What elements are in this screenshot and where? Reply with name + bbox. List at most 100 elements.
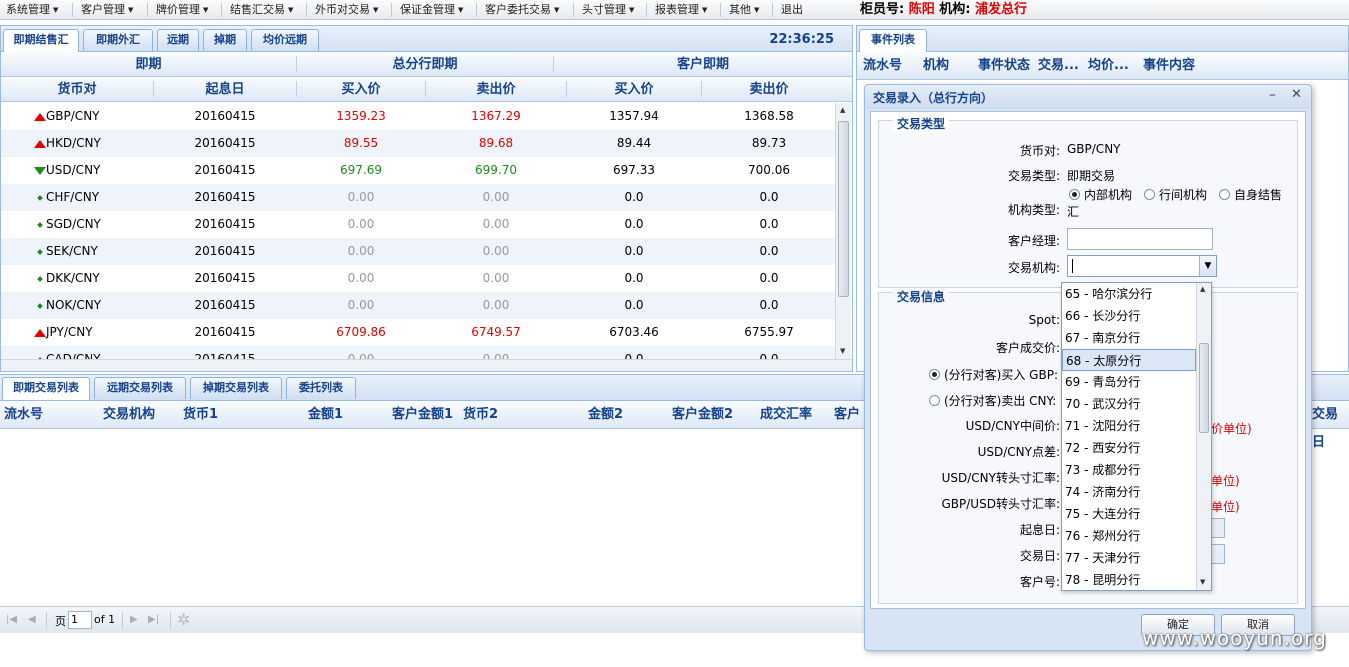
minimize-icon[interactable]: – bbox=[1269, 87, 1276, 103]
col-cust-amount2[interactable]: 客户金额2 bbox=[672, 401, 733, 428]
col-deal-rate[interactable]: 成交汇率 bbox=[760, 401, 812, 428]
page-input[interactable]: 1 bbox=[68, 611, 92, 629]
menu-rate[interactable]: 牌价管理 ▼ bbox=[156, 0, 208, 20]
dropdown-option[interactable]: 78 - 昆明分行 bbox=[1062, 569, 1196, 590]
org-type-internal[interactable]: 内部机构 bbox=[1069, 186, 1132, 203]
dropdown-option[interactable]: 77 - 天津分行 bbox=[1062, 547, 1196, 569]
menu-report[interactable]: 报表管理 ▼ bbox=[655, 0, 707, 20]
value-date-picker[interactable] bbox=[1211, 518, 1225, 538]
quote-row[interactable]: DKK/CNY 20160415 0.00 0.00 0.0 0.0 bbox=[1, 265, 836, 292]
quote-row[interactable]: JPY/CNY 20160415 6709.86 6749.57 6703.46 6755… bbox=[1, 319, 836, 346]
quote-scrollbar[interactable]: ▲ ▼ bbox=[835, 103, 851, 359]
quote-hscroll[interactable] bbox=[1, 359, 852, 371]
col-serial[interactable]: 流水号 bbox=[4, 401, 43, 428]
col-cust-amount1[interactable]: 客户金额1 bbox=[392, 401, 453, 428]
scroll-up-icon[interactable]: ▲ bbox=[1200, 285, 1205, 293]
quote-row[interactable]: CAD/CNY 20160415 0.00 0.00 0.0 0.0 bbox=[1, 346, 836, 359]
dropdown-option[interactable]: 69 - 青岛分行 bbox=[1062, 371, 1196, 393]
quote-row[interactable]: SGD/CNY 20160415 0.00 0.00 0.0 0.0 bbox=[1, 211, 836, 238]
col-event-avg[interactable]: 均价... bbox=[1088, 52, 1129, 79]
col-event-org[interactable]: 机构 bbox=[923, 52, 949, 79]
tab-entrust-list[interactable]: 委托列表 bbox=[286, 377, 356, 399]
tab-spot-trade-list[interactable]: 即期交易列表 bbox=[2, 377, 90, 400]
col-event-status[interactable]: 事件状态 bbox=[978, 52, 1030, 79]
date-cell: 20160415 bbox=[194, 136, 256, 150]
menu-customer[interactable]: 客户管理 ▼ bbox=[81, 0, 133, 20]
menu-ccy-pair[interactable]: 外币对交易 ▼ bbox=[315, 0, 378, 20]
tab-forward-trade-list[interactable]: 远期交易列表 bbox=[94, 377, 186, 399]
dropdown-option[interactable]: 72 - 西安分行 bbox=[1062, 437, 1196, 459]
col-customer[interactable]: 客户 bbox=[834, 401, 860, 428]
refresh-icon[interactable]: ✲ bbox=[177, 610, 190, 629]
scroll-down-icon[interactable]: ▼ bbox=[1200, 578, 1205, 586]
trade-type-label: 交易类型: bbox=[1007, 169, 1060, 183]
tab-spot-fx-settlement[interactable]: 即期结售汇 bbox=[3, 29, 79, 52]
dropdown-option[interactable]: 76 - 郑州分行 bbox=[1062, 525, 1196, 547]
col-amount2[interactable]: 金额2 bbox=[588, 401, 623, 428]
event-column-header: 流水号 机构 事件状态 交易... 均价... 事件内容 bbox=[857, 52, 1348, 80]
org-type-self[interactable]: 自身结售 bbox=[1219, 186, 1282, 203]
col-hq-buy[interactable]: 买入价 bbox=[297, 77, 425, 101]
dropdown-option[interactable]: 71 - 沈阳分行 bbox=[1062, 415, 1196, 437]
hq-buy-cell: 697.69 bbox=[340, 163, 382, 177]
hq-sell-cell: 699.70 bbox=[475, 163, 517, 177]
menu-position[interactable]: 头寸管理 ▼ bbox=[582, 0, 634, 20]
quote-row[interactable]: GBP/CNY 20160415 1359.23 1367.29 1357.94 1368… bbox=[1, 103, 836, 130]
menu-entrust[interactable]: 客户委托交易 ▼ bbox=[485, 0, 559, 20]
menu-exit[interactable]: 退出 bbox=[781, 0, 803, 20]
sell-option[interactable]: (分行对客)卖出 CNY: bbox=[929, 392, 1056, 409]
manager-input[interactable] bbox=[1067, 228, 1213, 250]
col-trade-org[interactable]: 交易机构 bbox=[103, 401, 155, 428]
quote-row[interactable]: USD/CNY 20160415 697.69 699.70 697.33 700.06 bbox=[1, 157, 836, 184]
org-type-interbank[interactable]: 行间机构 bbox=[1144, 186, 1207, 203]
col-trade-date[interactable]: 交易日 bbox=[1312, 401, 1349, 450]
dropdown-option[interactable]: 66 - 长沙分行 bbox=[1062, 305, 1196, 327]
tab-forward[interactable]: 远期 bbox=[157, 29, 199, 51]
cust-sell-cell: 0.0 bbox=[759, 298, 779, 312]
quote-row[interactable]: CHF/CNY 20160415 0.00 0.00 0.0 0.0 bbox=[1, 184, 836, 211]
dropdown-option[interactable]: 68 - 太原分行 bbox=[1062, 349, 1196, 371]
col-value-date[interactable]: 起息日 bbox=[154, 77, 296, 101]
next-page-icon[interactable]: ▶ bbox=[130, 614, 138, 625]
last-page-icon[interactable]: ▶| bbox=[148, 614, 159, 625]
quote-row[interactable]: HKD/CNY 20160415 89.55 89.68 89.44 89.73 bbox=[1, 130, 836, 157]
quote-row[interactable]: SEK/CNY 20160415 0.00 0.00 0.0 0.0 bbox=[1, 238, 836, 265]
buy-option[interactable]: (分行对客)买入 GBP: bbox=[929, 366, 1058, 383]
tab-avg-forward[interactable]: 均价远期 bbox=[251, 29, 319, 51]
dropdown-option[interactable]: 67 - 南京分行 bbox=[1062, 327, 1196, 349]
dropdown-option[interactable]: 73 - 成都分行 bbox=[1062, 459, 1196, 481]
menu-fx-trade[interactable]: 结售汇交易 ▼ bbox=[230, 0, 293, 20]
col-amount1[interactable]: 金额1 bbox=[308, 401, 343, 428]
trade-date-picker[interactable] bbox=[1211, 544, 1225, 564]
cust-buy-cell: 0.0 bbox=[624, 298, 644, 312]
menu-system[interactable]: 系统管理 ▼ bbox=[6, 0, 58, 20]
prev-page-icon[interactable]: ◀ bbox=[28, 614, 36, 625]
col-ccy2[interactable]: 货币2 bbox=[463, 401, 498, 428]
first-page-icon[interactable]: |◀ bbox=[6, 614, 17, 625]
tab-spot-forex[interactable]: 即期外汇 bbox=[83, 29, 153, 51]
dropdown-option[interactable]: 74 - 济南分行 bbox=[1062, 481, 1196, 503]
dropdown-option[interactable]: 70 - 武汉分行 bbox=[1062, 393, 1196, 415]
close-icon[interactable]: ✕ bbox=[1291, 87, 1302, 102]
quote-row[interactable]: NOK/CNY 20160415 0.00 0.00 0.0 0.0 bbox=[1, 292, 836, 319]
menu-margin[interactable]: 保证金管理 ▼ bbox=[400, 0, 463, 20]
dropdown-option[interactable]: 75 - 大连分行 bbox=[1062, 503, 1196, 525]
chevron-down-icon[interactable]: ▼ bbox=[1199, 256, 1216, 276]
tab-swap[interactable]: 掉期 bbox=[203, 29, 247, 51]
cust-sell-cell: 700.06 bbox=[748, 163, 790, 177]
col-pair[interactable]: 货币对 bbox=[1, 77, 153, 101]
col-event-trade[interactable]: 交易... bbox=[1038, 52, 1079, 79]
col-cust-sell[interactable]: 卖出价 bbox=[702, 77, 836, 101]
col-ccy1[interactable]: 货币1 bbox=[183, 401, 218, 428]
menu-other[interactable]: 其他 ▼ bbox=[729, 0, 759, 20]
tab-swap-trade-list[interactable]: 掉期交易列表 bbox=[190, 377, 282, 399]
col-cust-buy[interactable]: 买入价 bbox=[567, 77, 701, 101]
trade-org-combo[interactable]: ▼ bbox=[1067, 255, 1217, 277]
dropdown-scrollbar[interactable]: ▲ ▼ bbox=[1196, 283, 1211, 590]
value-date-label: 起息日: bbox=[1019, 523, 1060, 537]
dropdown-option[interactable]: 65 - 哈尔滨分行 bbox=[1062, 283, 1196, 305]
col-event-content[interactable]: 事件内容 bbox=[1143, 52, 1195, 79]
col-event-serial[interactable]: 流水号 bbox=[863, 52, 902, 79]
col-hq-sell[interactable]: 卖出价 bbox=[426, 77, 566, 101]
tab-event-list[interactable]: 事件列表 bbox=[859, 29, 927, 52]
